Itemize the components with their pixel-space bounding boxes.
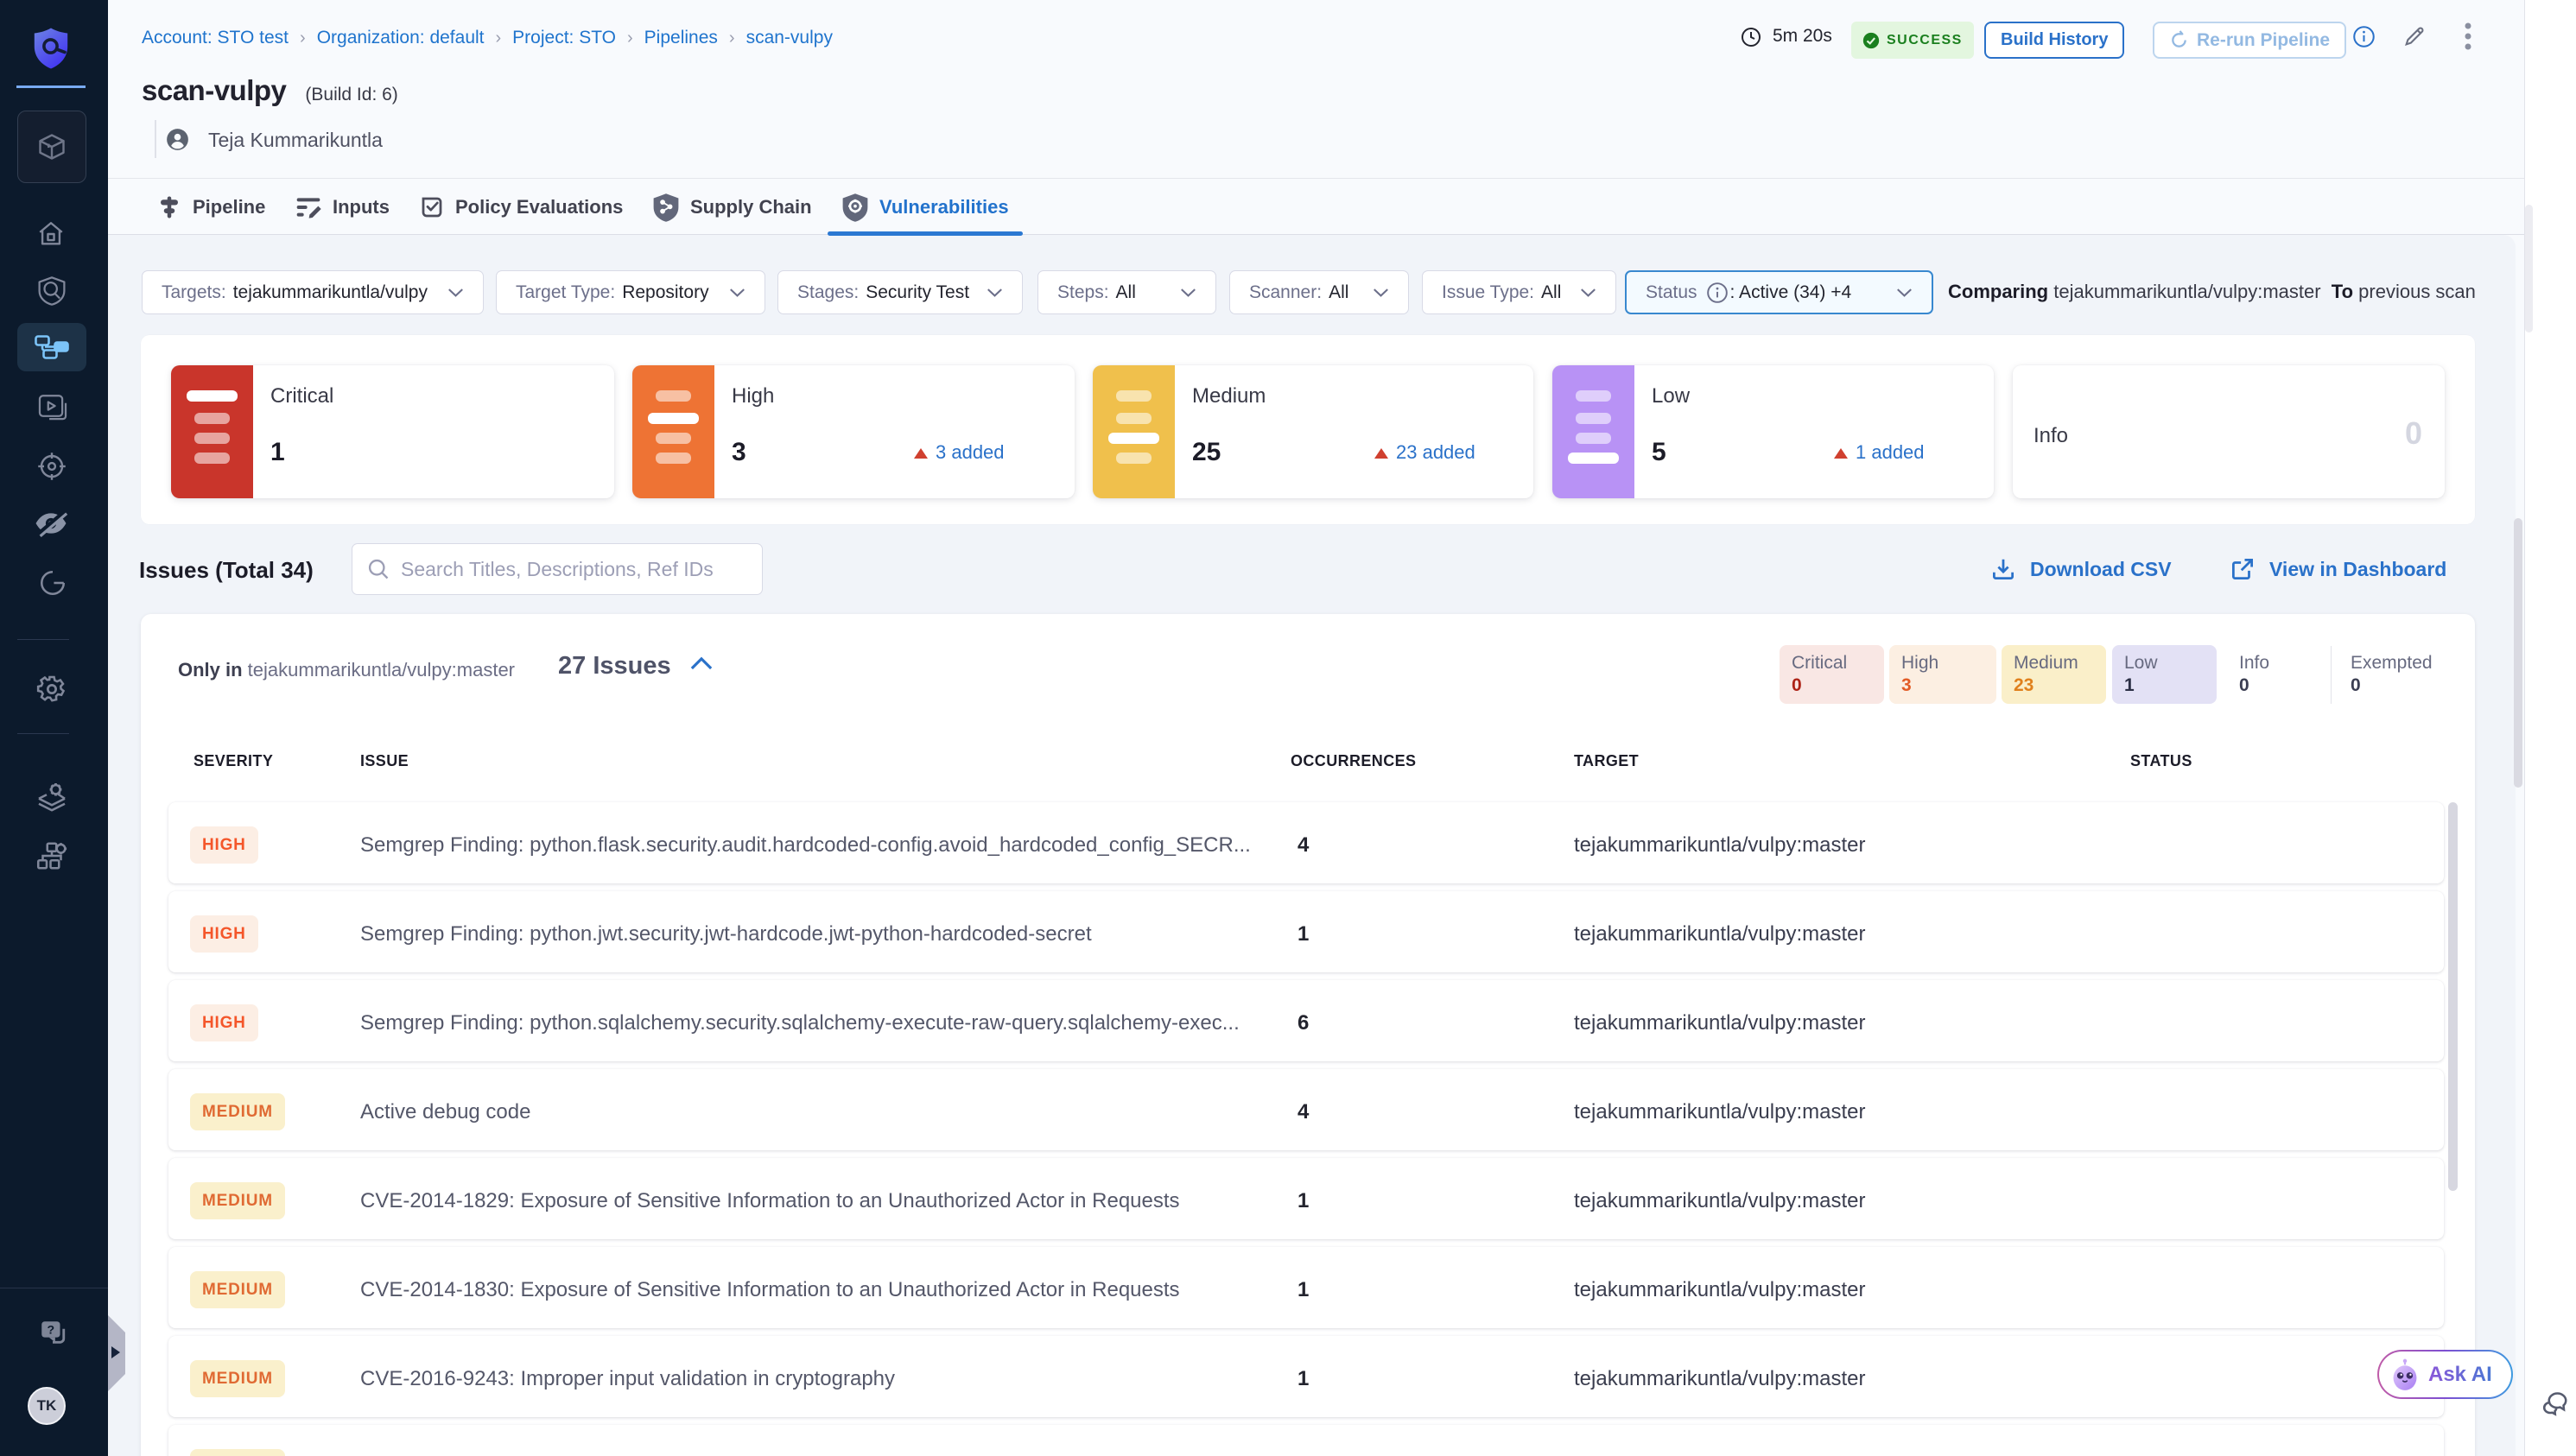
svg-text:?: ? bbox=[48, 1323, 55, 1337]
